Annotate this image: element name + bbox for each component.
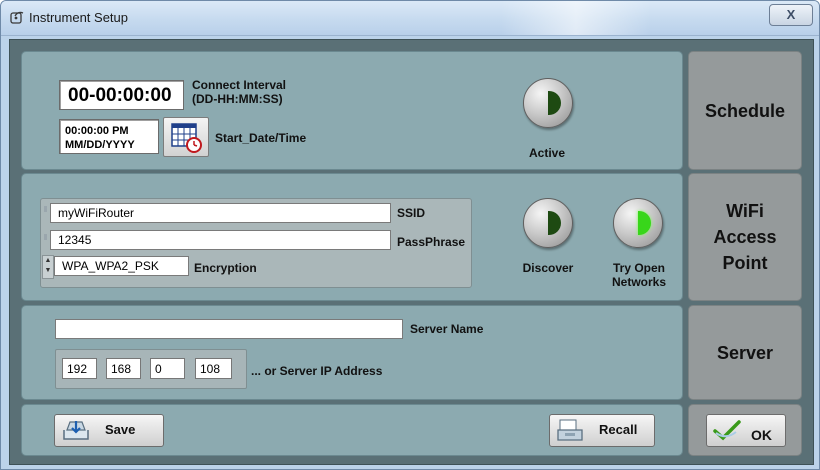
- active-toggle-button[interactable]: [523, 78, 573, 128]
- title-bar[interactable]: Instrument Setup X: [1, 1, 819, 36]
- save-label: Save: [105, 422, 136, 437]
- try-open-label-line1: Try Open: [612, 261, 665, 275]
- wifi-panel: myWiFiRouter SSID 12345 PassPhrase ▲ ▼ W…: [21, 173, 683, 301]
- wifi-section-line3: Point: [722, 253, 768, 273]
- ip-octet-2-input[interactable]: 168: [106, 358, 141, 379]
- encryption-spinner[interactable]: ▲ ▼: [42, 255, 54, 279]
- ip-octet-3-input[interactable]: 0: [150, 358, 185, 379]
- connect-interval-input[interactable]: 00-00:00:00: [59, 80, 184, 110]
- ok-label: OK: [751, 427, 772, 443]
- recall-icon: [557, 419, 583, 441]
- ssid-label: SSID: [397, 206, 426, 220]
- ok-button[interactable]: OK: [706, 414, 786, 447]
- calendar-clock-icon: [171, 123, 202, 153]
- server-section-title: Server: [716, 342, 774, 363]
- spin-down-icon: ▼: [44, 267, 52, 274]
- try-open-label-line2: Networks: [611, 275, 667, 289]
- server-name-label: Server Name: [410, 322, 484, 336]
- instrument-setup-window: Instrument Setup X 00-00:00:00 Connect I…: [0, 0, 820, 470]
- recall-button[interactable]: Recall: [549, 414, 655, 447]
- calendar-button[interactable]: [163, 117, 209, 157]
- recall-label: Recall: [599, 422, 638, 437]
- ok-area: OK: [688, 404, 802, 456]
- close-button[interactable]: X: [769, 4, 813, 26]
- connect-interval-label-line2: (DD-HH:MM:SS): [192, 92, 283, 106]
- server-panel: Server Name 192 168 0 108 ... or Server …: [21, 305, 683, 400]
- ip-octet-1-input[interactable]: 192: [62, 358, 97, 379]
- connect-interval-label: Connect Interval (DD-HH:MM:SS): [192, 78, 286, 106]
- app-icon: [10, 11, 24, 24]
- wifi-section-label: WiFi Access Point: [688, 173, 802, 301]
- client-area: 00-00:00:00 Connect Interval (DD-HH:MM:S…: [9, 39, 814, 465]
- server-name-input[interactable]: [55, 319, 403, 339]
- ssid-input[interactable]: myWiFiRouter: [50, 203, 391, 223]
- close-icon: X: [786, 7, 796, 22]
- server-section-label: Server: [688, 305, 802, 400]
- start-datetime-label: Start_Date/Time: [215, 131, 307, 145]
- actions-panel: Save Recall: [21, 404, 683, 456]
- discover-led-icon: [548, 211, 561, 235]
- window-title: Instrument Setup: [29, 10, 128, 25]
- discover-button[interactable]: [523, 198, 573, 248]
- schedule-section-label: Schedule: [688, 51, 802, 170]
- title-bar-highlight: [501, 1, 651, 35]
- passphrase-input[interactable]: 12345: [50, 230, 391, 250]
- wifi-section-line1: WiFi: [726, 201, 764, 221]
- connect-interval-label-line1: Connect Interval: [192, 78, 287, 92]
- server-ip-label: ... or Server IP Address: [251, 364, 383, 378]
- save-icon: [63, 421, 89, 440]
- ip-octet-4-input[interactable]: 108: [195, 358, 232, 379]
- encryption-label: Encryption: [194, 261, 257, 275]
- encryption-select[interactable]: WPA_WPA2_PSK: [54, 256, 189, 276]
- start-datetime-input[interactable]: 00:00:00 PM MM/DD/YYYY: [59, 119, 159, 154]
- discover-label: Discover: [522, 261, 574, 275]
- active-led-icon: [548, 91, 561, 115]
- ssid-indicator: [44, 206, 47, 212]
- passphrase-label: PassPhrase: [397, 235, 466, 249]
- start-date-value: MM/DD/YYYY: [65, 139, 135, 151]
- try-open-networks-led-icon: [638, 211, 651, 235]
- active-label: Active: [528, 146, 566, 160]
- spin-up-icon: ▲: [44, 257, 52, 264]
- server-ip-group: 192 168 0 108: [55, 349, 247, 389]
- schedule-section-title: Schedule: [704, 100, 786, 121]
- wifi-section-line2: Access: [713, 227, 777, 247]
- start-time-value: 00:00:00 PM: [65, 125, 129, 137]
- checkmark-icon: [713, 420, 741, 441]
- wifi-settings-group: myWiFiRouter SSID 12345 PassPhrase ▲ ▼ W…: [40, 198, 472, 288]
- schedule-panel: 00-00:00:00 Connect Interval (DD-HH:MM:S…: [21, 51, 683, 170]
- try-open-networks-label: Try Open Networks: [602, 261, 676, 289]
- passphrase-indicator: [44, 234, 47, 240]
- save-button[interactable]: Save: [54, 414, 164, 447]
- try-open-networks-toggle[interactable]: [613, 198, 663, 248]
